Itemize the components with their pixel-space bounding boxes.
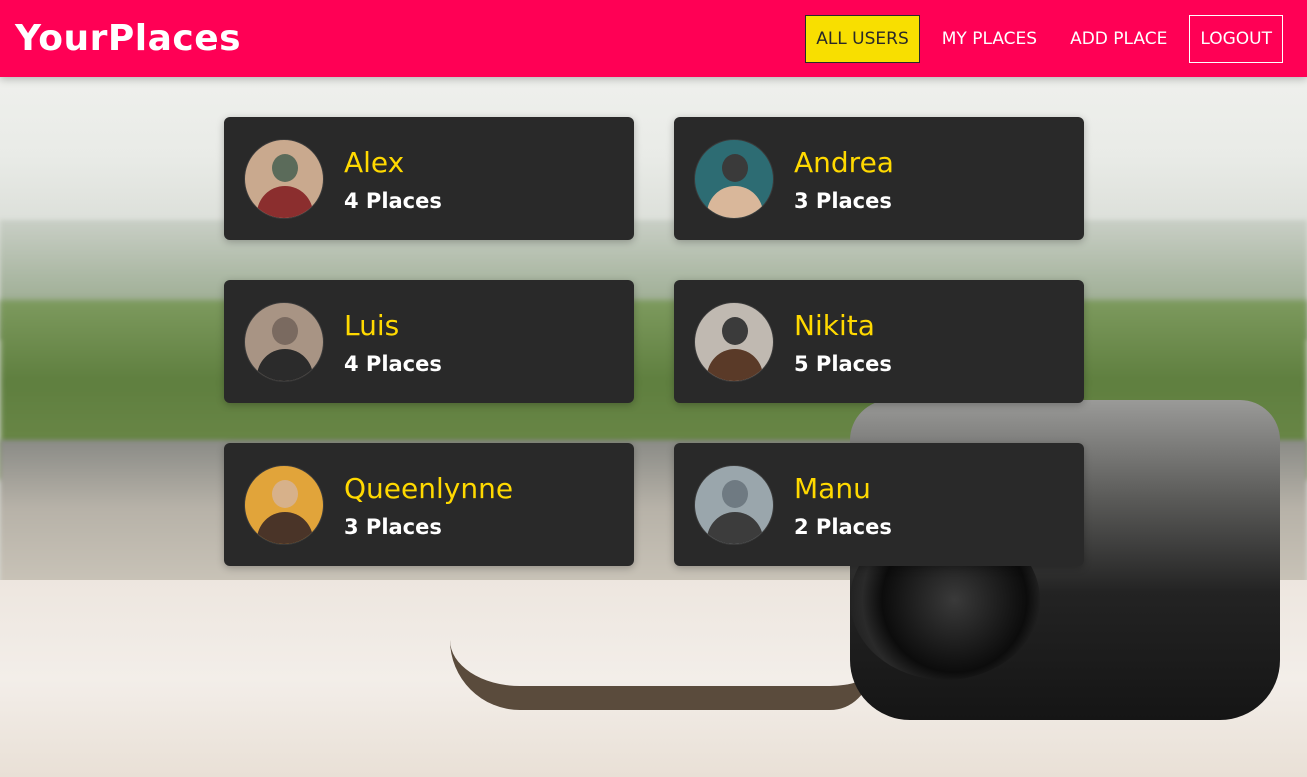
user-card-alex[interactable]: Alex 4 Places	[224, 117, 634, 240]
avatar	[694, 301, 774, 382]
user-card-manu[interactable]: Manu 2 Places	[674, 443, 1084, 566]
user-card-luis[interactable]: Luis 4 Places	[224, 280, 634, 403]
user-name: Alex	[344, 145, 405, 179]
user-name: Luis	[344, 308, 400, 342]
avatar	[244, 301, 324, 382]
background-photo	[0, 0, 1307, 777]
place-count: 3 Places	[794, 188, 892, 213]
main-nav: ALL USERS MY PLACES ADD PLACE LOGOUT	[794, 14, 1283, 63]
user-card-andrea[interactable]: Andrea 3 Places	[674, 117, 1084, 240]
place-count: 5 Places	[794, 351, 892, 376]
place-count: 3 Places	[344, 514, 442, 539]
logout-button[interactable]: LOGOUT	[1189, 14, 1283, 63]
nav-my-places[interactable]: MY PLACES	[931, 15, 1048, 63]
user-name: Manu	[794, 471, 871, 505]
avatar	[694, 138, 774, 219]
nav-add-place[interactable]: ADD PLACE	[1059, 15, 1178, 63]
avatar	[244, 138, 324, 219]
place-count: 4 Places	[344, 351, 442, 376]
avatar	[244, 464, 324, 545]
nav-all-users[interactable]: ALL USERS	[805, 14, 920, 63]
place-count: 4 Places	[344, 188, 442, 213]
user-name: Andrea	[794, 145, 894, 179]
user-card-queenlynne[interactable]: Queenlynne 3 Places	[224, 443, 634, 566]
place-count: 2 Places	[794, 514, 892, 539]
main-header: YourPlaces ALL USERS MY PLACES ADD PLACE…	[0, 0, 1307, 77]
user-name: Queenlynne	[344, 471, 514, 505]
user-name: Nikita	[794, 308, 875, 342]
user-card-nikita[interactable]: Nikita 5 Places	[674, 280, 1084, 403]
avatar	[694, 464, 774, 545]
app-logo[interactable]: YourPlaces	[15, 18, 241, 59]
